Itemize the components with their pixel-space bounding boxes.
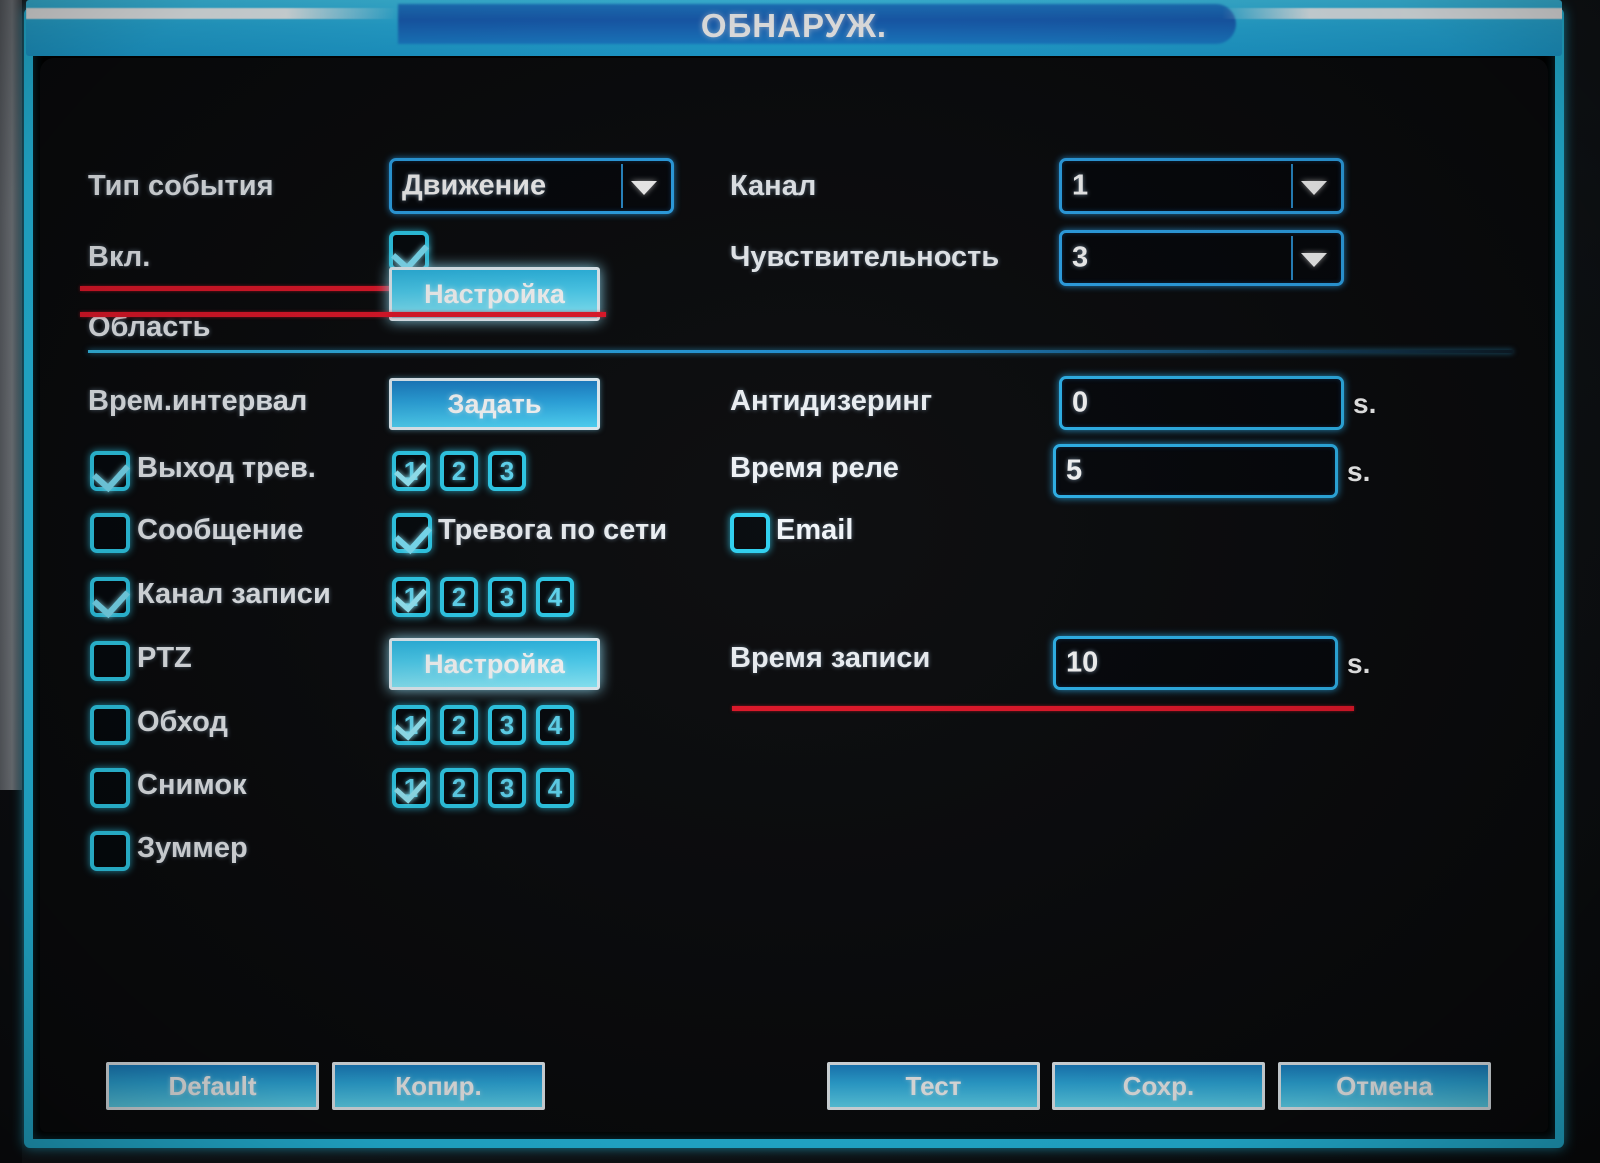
label-event-type: Тип события	[88, 170, 274, 202]
ptz-checkbox[interactable]	[90, 641, 130, 681]
test-button[interactable]: Тест	[827, 1062, 1040, 1110]
sensitivity-dropdown[interactable]: 3	[1059, 230, 1344, 286]
alarm-out-checkbox[interactable]	[90, 451, 130, 491]
record-channel-chip-3[interactable]: 3	[488, 577, 526, 617]
screen-background: ОБНАРУЖ. Тип события Движение Канал 1 Вк…	[0, 0, 1600, 1163]
tour-chip-3[interactable]: 3	[488, 705, 526, 745]
relay-time-unit: s.	[1347, 456, 1371, 487]
snapshot-checkbox[interactable]	[90, 768, 130, 808]
record-channel-checkbox[interactable]	[90, 577, 130, 617]
label-message: Сообщение	[137, 514, 304, 546]
alarm-out-chip-1[interactable]: 1	[392, 451, 430, 491]
chevron-down-icon	[1301, 253, 1327, 267]
tour-chip-2[interactable]: 2	[440, 705, 478, 745]
label-alarm-out: Выход трев.	[137, 452, 316, 484]
label-enable: Вкл.	[88, 241, 151, 273]
chevron-down-icon	[631, 181, 657, 195]
channel-value: 1	[1072, 169, 1089, 202]
label-ptz: PTZ	[137, 642, 192, 674]
event-type-value: Движение	[402, 169, 547, 202]
label-antidither: Антидизеринг	[730, 385, 933, 417]
relay-time-input[interactable]: 5	[1053, 444, 1338, 498]
record-delay-value: 10	[1066, 646, 1099, 679]
net-alarm-checkbox[interactable]	[392, 513, 432, 553]
snapshot-chip-4[interactable]: 4	[536, 768, 574, 808]
channel-dropdown[interactable]: 1	[1059, 158, 1344, 214]
label-tour: Обход	[137, 706, 228, 738]
sensitivity-value: 3	[1072, 241, 1089, 274]
tour-checkbox[interactable]	[90, 705, 130, 745]
combo-divider	[621, 164, 623, 208]
buzzer-checkbox[interactable]	[90, 831, 130, 871]
period-setup-button[interactable]: Задать	[389, 378, 600, 430]
combo-divider	[1291, 164, 1293, 208]
label-channel: Канал	[730, 170, 817, 202]
label-sensitivity: Чувствительность	[730, 241, 1000, 273]
snapshot-chip-3[interactable]: 3	[488, 768, 526, 808]
default-button[interactable]: Default	[106, 1062, 319, 1110]
detect-settings-dialog: ОБНАРУЖ. Тип события Движение Канал 1 Вк…	[14, 0, 1580, 1155]
alarm-out-chip-2[interactable]: 2	[440, 451, 478, 491]
combo-divider	[1291, 236, 1293, 280]
event-type-dropdown[interactable]: Движение	[389, 158, 674, 214]
alarm-out-chip-3[interactable]: 3	[488, 451, 526, 491]
cancel-button[interactable]: Отмена	[1278, 1062, 1491, 1110]
annotation-underline-record-delay	[732, 706, 1354, 711]
label-snapshot: Снимок	[137, 769, 247, 801]
record-delay-unit: s.	[1347, 648, 1371, 679]
record-delay-input[interactable]: 10	[1053, 636, 1338, 690]
chevron-down-icon	[1301, 181, 1327, 195]
snapshot-chip-2[interactable]: 2	[440, 768, 478, 808]
label-period: Врем.интервал	[88, 385, 308, 417]
dialog-body: Тип события Движение Канал 1 Вкл. Чувств…	[40, 58, 1548, 1132]
antidither-value: 0	[1072, 386, 1089, 419]
enable-checkbox[interactable]	[389, 231, 429, 271]
label-net-alarm: Тревога по сети	[438, 514, 668, 546]
antidither-input[interactable]: 0	[1059, 376, 1344, 430]
label-relay-time: Время реле	[730, 452, 899, 484]
record-channel-chip-1[interactable]: 1	[392, 577, 430, 617]
label-buzzer: Зуммер	[137, 832, 248, 864]
email-checkbox[interactable]	[730, 513, 770, 553]
title-bar: ОБНАРУЖ.	[26, 0, 1562, 56]
record-channel-chip-2[interactable]: 2	[440, 577, 478, 617]
antidither-unit: s.	[1353, 388, 1377, 419]
label-record-delay: Время записи	[730, 642, 931, 674]
message-checkbox[interactable]	[90, 513, 130, 553]
tour-chip-1[interactable]: 1	[392, 705, 430, 745]
label-record-channel: Канал записи	[137, 578, 331, 610]
snapshot-chip-1[interactable]: 1	[392, 768, 430, 808]
section-separator	[88, 350, 1513, 353]
save-button[interactable]: Сохр.	[1052, 1062, 1265, 1110]
label-email: Email	[776, 514, 854, 546]
annotation-underline-region	[80, 312, 606, 317]
relay-time-value: 5	[1066, 454, 1083, 487]
copy-button[interactable]: Копир.	[332, 1062, 545, 1110]
tour-chip-4[interactable]: 4	[536, 705, 574, 745]
window-title: ОБНАРУЖ.	[700, 7, 888, 44]
record-channel-chip-4[interactable]: 4	[536, 577, 574, 617]
ptz-setup-button[interactable]: Настройка	[389, 638, 600, 690]
